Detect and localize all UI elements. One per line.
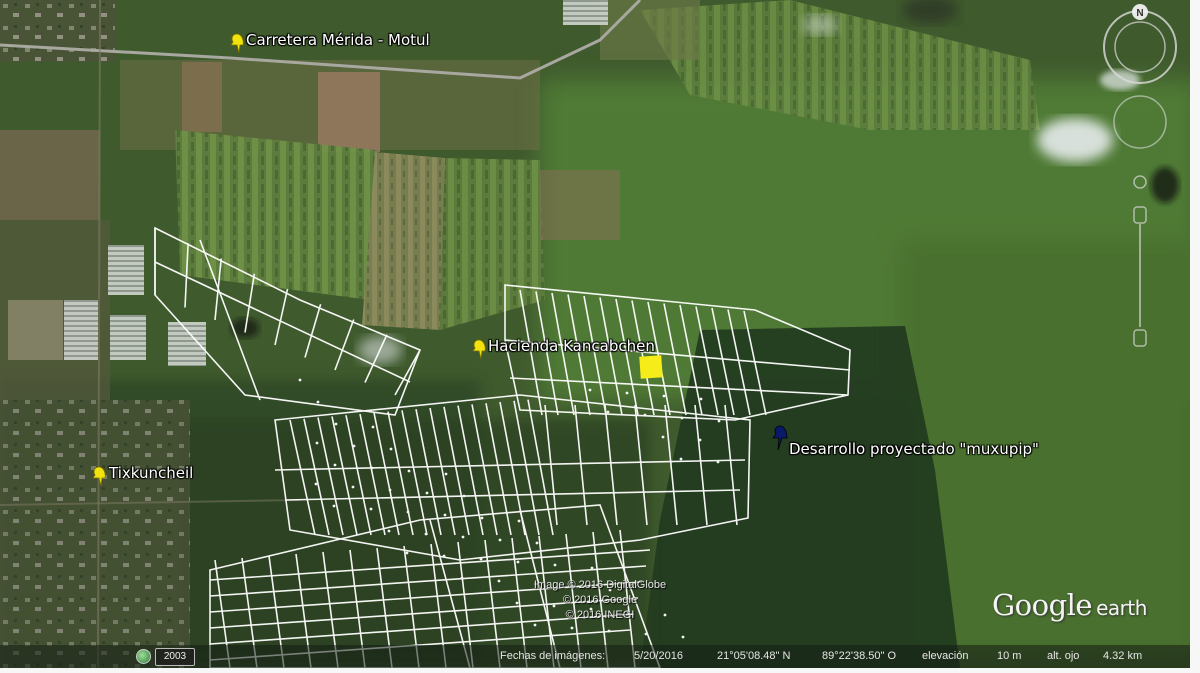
placemark-pin-icon[interactable]: [470, 338, 488, 364]
screenshot-border: [0, 668, 1200, 673]
historical-imagery-globe-icon[interactable]: [136, 649, 151, 664]
elevation-value: 10 m: [997, 650, 1022, 662]
imagery-date-label: Fechas de imágenes:: [500, 650, 606, 662]
copyright-line: © 2016 Google: [562, 594, 638, 606]
copyright-line: Image © 2016 DigitalGlobe: [533, 579, 667, 591]
look-joystick-icon[interactable]: [1113, 95, 1167, 149]
google-earth-logo: Google earth: [992, 588, 1147, 622]
placemark-label-muxupip[interactable]: Desarrollo proyectado "muxupip": [789, 440, 1039, 458]
placemark-label-carretera[interactable]: Carretera Mérida - Motul: [246, 31, 430, 49]
longitude-readout: 89°22'38.50" O: [822, 650, 897, 662]
highlighted-parcel[interactable]: [639, 355, 663, 379]
screenshot-border: [1190, 0, 1200, 673]
eye-altitude-value: 4.32 km: [1103, 650, 1143, 662]
placemark-label-tixkuncheil[interactable]: Tixkuncheil: [109, 464, 193, 482]
placemark-pin-icon[interactable]: [90, 465, 108, 491]
elevation-label: elevación: [922, 650, 969, 662]
placemark-pin-icon[interactable]: [228, 32, 246, 58]
latitude-readout: 21°05'08.48" N: [717, 650, 791, 662]
pushpin-icon[interactable]: [770, 424, 790, 454]
historical-year-badge[interactable]: 2003: [155, 648, 195, 666]
copyright-line: © 2016 INEGI: [565, 609, 635, 621]
navigation-controls[interactable]: N: [1100, 2, 1180, 352]
compass-ring-icon[interactable]: N: [1103, 4, 1177, 84]
eye-altitude-label: alt. ojo: [1047, 650, 1080, 662]
imagery-copyright: Image © 2016 DigitalGlobe © 2016 Google …: [480, 578, 720, 623]
zoom-slider[interactable]: [1133, 175, 1147, 347]
satellite-imagery[interactable]: [0, 0, 1190, 668]
imagery-date: 5/20/2016: [634, 650, 683, 662]
map-view[interactable]: Carretera Mérida - Motul Hacienda Kancab…: [0, 0, 1190, 668]
svg-text:N: N: [1136, 8, 1143, 19]
placemark-label-hacienda[interactable]: Hacienda Kancabchen: [488, 337, 655, 355]
